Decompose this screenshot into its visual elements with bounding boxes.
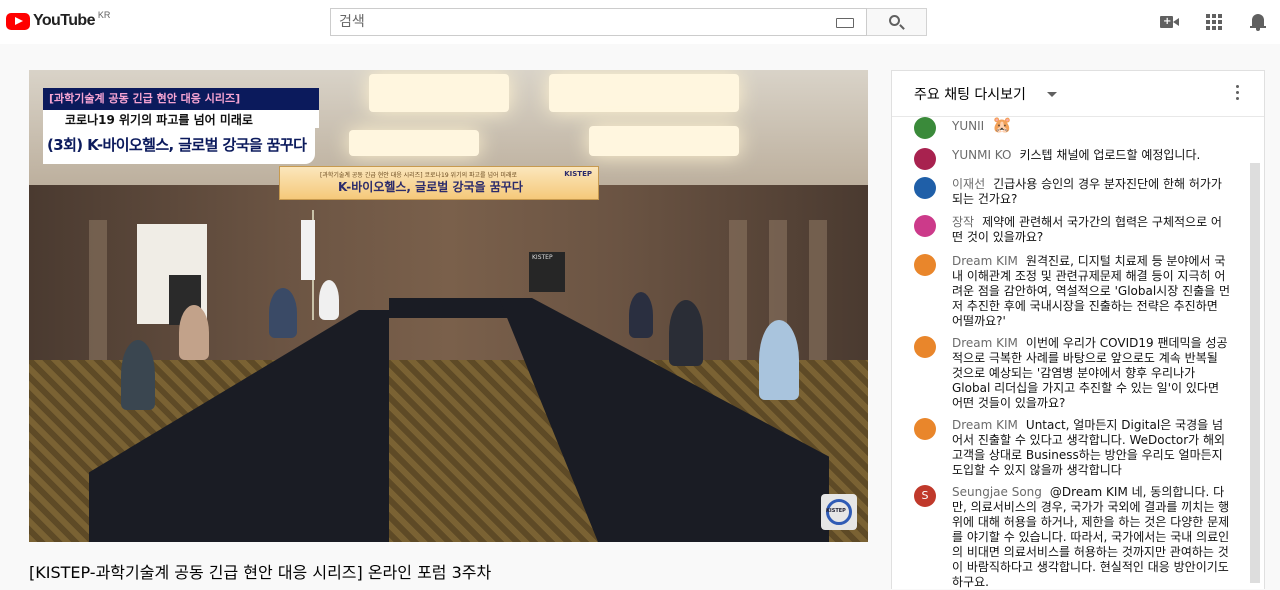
search-icon [889,15,900,26]
kistep-podium: KISTEP [529,252,565,292]
chat-message: YUNMI KO 키스텝 채널에 업로드할 예정입니다. [914,148,1232,170]
chevron-down-icon[interactable] [1047,92,1057,97]
chat-scrollbar[interactable] [1250,163,1260,583]
search-box [330,8,867,36]
avatar[interactable] [914,215,936,237]
overlay-subtitle: 코로나19 위기의 파고를 넘어 미래로 [43,110,319,128]
avatar[interactable] [914,254,936,276]
video-player[interactable]: [과학기술계 공동 긴급 현안 대응 시리즈] 코로나19 위기의 파고를 넘어… [29,70,868,542]
korean-flag [301,220,315,280]
avatar[interactable]: S [914,485,936,507]
chat-message: Dream KIM 원격진료, 디지털 치료제 등 분야에서 국내 이해관계 조정… [914,254,1232,329]
logo-text: YouTube [33,12,95,29]
chat-message: YUNII 🐹 [914,117,1232,139]
top-bar: YouTube KR + [0,0,1280,44]
apps-icon[interactable] [1204,12,1224,32]
notifications-icon[interactable] [1248,12,1268,32]
avatar[interactable] [914,177,936,199]
video-title: [KISTEP-과학기술계 공동 긴급 현안 대응 시리즈] 온라인 포럼 3주… [29,563,492,582]
chat-message: 이재선 긴급사용 승인의 경우 분자진단에 한해 허가가 되는 건가요? [914,177,1232,207]
youtube-play-icon [6,12,30,30]
country-code: KR [97,10,111,20]
event-banner: [과학기술계 공동 긴급 현안 대응 시리즈] 코로나19 위기의 파고를 넘어… [279,166,599,200]
youtube-logo[interactable]: YouTube KR [6,10,110,32]
chat-message: S Seungjae Song @Dream KIM 네, 동의합니다. 다만, … [914,485,1232,590]
avatar[interactable] [914,117,936,139]
chat-message: Dream KIM 이번에 우리가 COVID19 팬데믹을 성공적으로 극복한 … [914,336,1232,411]
more-options-icon[interactable] [1236,85,1240,103]
search-input[interactable] [331,9,811,35]
overlay-series-title: [과학기술계 공동 긴급 현안 대응 시리즈] [43,88,319,110]
search-button[interactable] [867,8,927,36]
kistep-logo: KISTEP [821,494,857,530]
chat-header: 주요 채팅 다시보기 [892,71,1264,117]
avatar[interactable] [914,336,936,358]
overlay-episode-title: (3회) K-바이오헬스, 글로벌 강국을 꿈꾸다 [43,128,315,164]
chat-message: 장작 제약에 관련해서 국가간의 협력은 구체적으로 어떤 것이 있을까요? [914,215,1232,245]
chat-message: Dream KIM Untact, 얼마든지 Digital은 국경을 넘어서 진… [914,418,1232,478]
conference-table [389,298,519,318]
avatar[interactable] [914,148,936,170]
live-chat-panel: 주요 채팅 다시보기 YUNII 🐹 YUNMI KO 키스텝 채널에 업로드할 예… [891,70,1265,589]
avatar[interactable] [914,418,936,440]
chat-mode-selector[interactable]: 주요 채팅 다시보기 [914,84,1026,104]
keyboard-icon[interactable] [836,18,854,28]
create-video-icon[interactable]: + [1159,12,1179,32]
